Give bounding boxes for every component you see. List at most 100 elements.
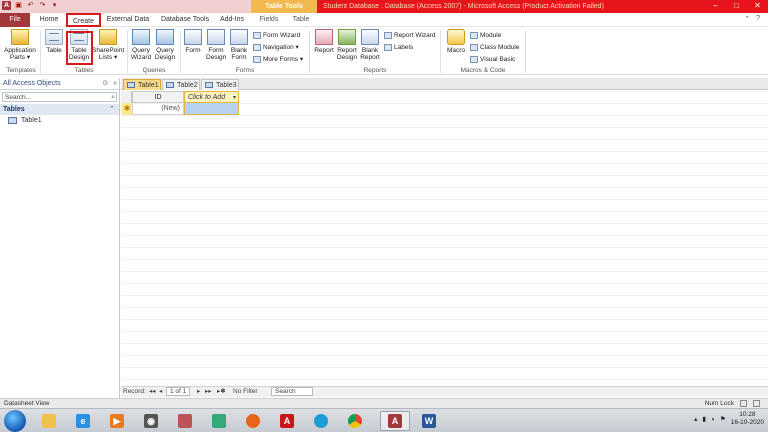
word-icon: W [422, 414, 436, 428]
form-design-button[interactable]: Form Design [206, 29, 226, 61]
customize-qat-icon[interactable]: ▾ [50, 1, 59, 10]
tab-home[interactable]: Home [34, 13, 64, 27]
module-icon [470, 31, 478, 39]
class-module-button[interactable]: Class Module [470, 42, 519, 52]
tab-table[interactable]: Table [286, 13, 316, 27]
window-title: Student Database : Database (Access 2007… [317, 0, 705, 13]
query-wizard-icon [132, 29, 150, 45]
blank-form-button[interactable]: Blank Form [229, 29, 249, 61]
nav-item-table1[interactable]: Table1 [0, 115, 119, 126]
close-button[interactable]: ✕ [747, 0, 768, 13]
design-view-icon[interactable] [753, 400, 760, 407]
filter-status[interactable]: No Filter [233, 387, 258, 397]
quick-access-toolbar: A ▣ ↶ ↷ ▾ [2, 1, 59, 10]
query-design-button[interactable]: Query Design [154, 29, 176, 61]
shutter-bar-icon[interactable]: « [113, 78, 117, 90]
current-record-field[interactable]: 1 of 1 [166, 387, 191, 396]
datasheet-view-icon[interactable] [740, 400, 747, 407]
volume-icon[interactable]: ◖ [711, 416, 715, 423]
group-label-reports: Reports [363, 67, 387, 74]
tab-fields[interactable]: Fields [254, 13, 284, 27]
tab-database-tools[interactable]: Database Tools [156, 13, 214, 27]
minimize-ribbon-icon[interactable]: ⌃ [744, 15, 750, 23]
taskbar-acrobat[interactable]: A [272, 411, 302, 431]
new-record-button[interactable]: ▸✱ [217, 387, 226, 397]
query-design-icon [156, 29, 174, 45]
datasheet[interactable]: ID Click to Add ▾ ✱ (New) [121, 91, 768, 385]
access-app-icon[interactable]: A [2, 1, 11, 10]
first-record-button[interactable]: ◂◂ [149, 387, 156, 397]
form-wizard-button[interactable]: Form Wizard [253, 30, 300, 40]
tab-external-data[interactable]: External Data [103, 13, 153, 27]
tab-create[interactable]: Create [66, 13, 101, 27]
nav-group-tables[interactable]: Tables ⌃ [0, 104, 119, 115]
visual-basic-icon [470, 55, 478, 63]
clock-date: 16-10-2020 [730, 419, 764, 426]
doc-tab-table3[interactable]: Table3 [201, 79, 239, 90]
nav-group-label: Tables [3, 106, 25, 113]
taskbar-app-6[interactable] [204, 411, 234, 431]
column-header-click-to-add[interactable]: Click to Add ▾ [184, 91, 239, 103]
last-record-button[interactable]: ▸▸ [205, 387, 212, 397]
button-label: Report [337, 47, 357, 54]
report-wizard-button[interactable]: Report Wizard [384, 30, 436, 40]
taskbar-firefox[interactable] [238, 411, 268, 431]
doc-tab-table1[interactable]: Table1 [123, 79, 161, 90]
new-record-id-cell[interactable]: (New) [132, 103, 184, 115]
sharepoint-lists-button[interactable]: SharePoint Lists ▾ [92, 29, 124, 61]
table-button[interactable]: Table [44, 29, 64, 54]
doc-tab-table2[interactable]: Table2 [162, 79, 200, 90]
visual-basic-button[interactable]: Visual Basic [470, 54, 515, 64]
tab-add-ins[interactable]: Add-Ins [216, 13, 248, 27]
button-label: Navigation ▾ [263, 44, 299, 51]
nav-search-input[interactable]: Search... ⌕ [2, 92, 117, 102]
show-hidden-icons-icon[interactable]: ▴ [694, 415, 697, 423]
taskbar-word[interactable]: W [414, 411, 444, 431]
application-parts-button[interactable]: Application Parts ▾ [3, 29, 37, 61]
button-label: Design [206, 54, 227, 61]
num-lock-indicator: Num Lock [704, 400, 734, 407]
maximize-button[interactable]: □ [726, 0, 747, 13]
taskbar-internet-explorer[interactable]: e [68, 411, 98, 431]
labels-button[interactable]: Labels [384, 42, 413, 52]
more-forms-button[interactable]: More Forms ▾ [253, 54, 303, 64]
report-design-button[interactable]: Report Design [336, 29, 358, 61]
start-button-icon[interactable] [4, 410, 26, 432]
blank-report-button[interactable]: Blank Report [359, 29, 381, 61]
taskbar-app-5[interactable] [170, 411, 200, 431]
document-area: Table1 Table2 Table3 ID Click to Add ▾ ✱… [121, 78, 768, 398]
column-header-id[interactable]: ID [132, 91, 184, 103]
action-center-icon[interactable]: ⚑ [720, 415, 726, 423]
previous-record-button[interactable]: ◂ [159, 387, 162, 397]
taskbar-edge[interactable] [306, 411, 336, 431]
tab-file[interactable]: File [0, 13, 30, 27]
report-button[interactable]: Report [313, 29, 335, 54]
ribbon-tabs: File Home Create External Data Database … [0, 13, 768, 27]
nav-menu-chevron-icon[interactable]: ⊙ [102, 78, 108, 90]
network-icon[interactable]: ▮ [702, 415, 706, 423]
redo-icon[interactable]: ↷ [38, 1, 47, 10]
minimize-button[interactable]: – [705, 0, 726, 13]
access-icon: A [388, 414, 402, 428]
record-search-input[interactable]: Search [271, 387, 313, 396]
clock[interactable]: 10:28 16-10-2020 [731, 411, 764, 427]
new-record-marker[interactable]: ✱ [122, 103, 132, 115]
taskbar-media-player[interactable]: ▶ [102, 411, 132, 431]
undo-icon[interactable]: ↶ [26, 1, 35, 10]
click-to-add-label: Click to Add [188, 94, 226, 101]
taskbar-file-explorer[interactable] [34, 411, 64, 431]
navigation-button[interactable]: Navigation ▾ [253, 42, 299, 52]
taskbar-access[interactable]: A [380, 411, 410, 431]
system-tray: ▴ ▮ ◖ ⚑ 10:28 16-10-2020 [694, 411, 764, 427]
macro-button[interactable]: Macro [445, 29, 467, 54]
taskbar-chrome[interactable] [340, 411, 370, 431]
save-icon[interactable]: ▣ [14, 1, 23, 10]
form-button[interactable]: Form [183, 29, 203, 54]
query-wizard-button[interactable]: Query Wizard [130, 29, 152, 61]
nav-pane-header[interactable]: All Access Objects ⊙ « [0, 78, 119, 90]
module-button[interactable]: Module [470, 30, 501, 40]
next-record-button[interactable]: ▸ [197, 387, 200, 397]
selected-cell[interactable] [184, 103, 239, 115]
taskbar-camera[interactable]: ◉ [136, 411, 166, 431]
help-icon[interactable]: ? [756, 15, 760, 23]
